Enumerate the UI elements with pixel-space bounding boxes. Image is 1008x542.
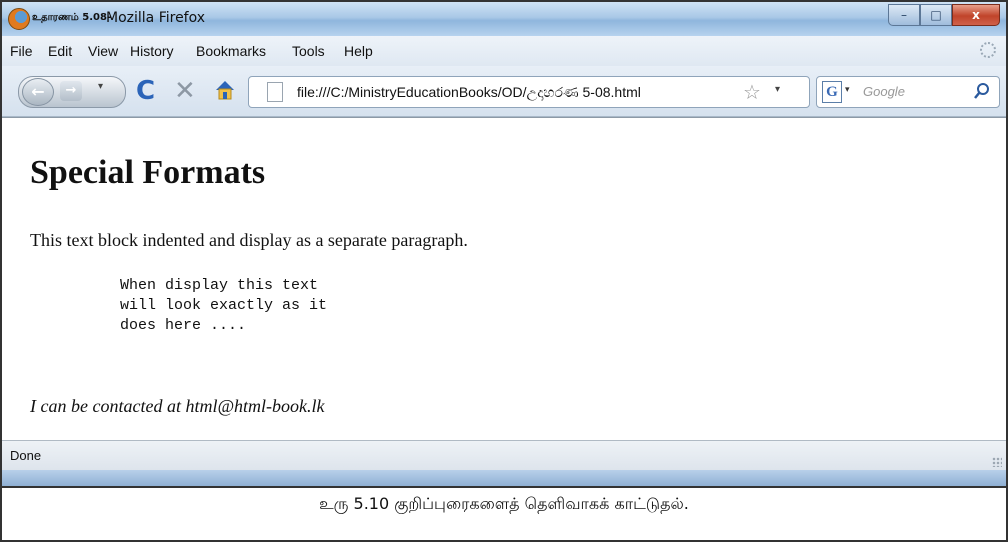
menu-file[interactable]: File [10,43,33,59]
forward-button[interactable]: → [60,81,82,101]
reload-button[interactable]: C [136,76,155,106]
url-text[interactable]: file:///C:/MinistryEducationBooks/OD/උදා… [297,84,641,101]
close-button[interactable]: x [952,4,1000,26]
address-bar[interactable]: file:///C:/MinistryEducationBooks/OD/උදා… [248,76,810,108]
menu-bookmarks[interactable]: Bookmarks [196,43,266,59]
bookmark-star-icon[interactable]: ☆ [743,80,761,104]
page-heading: Special Formats [30,154,266,191]
search-placeholder[interactable]: Google [863,84,905,99]
page-content: Special Formats This text block indented… [2,117,1006,441]
home-icon[interactable] [214,77,236,103]
menu-view[interactable]: View [88,43,118,59]
figure-frame: உதாரணம் 5.08- Mozilla Firefox – □ x File… [0,0,1008,542]
minimize-button[interactable]: – [888,4,920,26]
status-bar: Done [2,440,1006,471]
status-text: Done [10,448,42,463]
menu-bar: File Edit View History Bookmarks Tools H… [2,36,1006,66]
title-bar: உதாரணம் 5.08- Mozilla Firefox – □ x [2,2,1006,37]
search-icon[interactable] [973,82,991,100]
google-engine-icon[interactable]: G [822,81,842,103]
menu-help[interactable]: Help [344,43,373,59]
preformatted-block: When display this text will look exactly… [120,276,327,336]
maximize-button[interactable]: □ [920,4,952,26]
stop-button[interactable]: ✕ [174,76,196,106]
navigation-toolbar: ← → ▾ C ✕ file:///C:/MinistryEducationBo… [2,66,1006,117]
engine-dropdown-icon[interactable]: ▾ [845,85,850,95]
activity-throbber-icon [980,42,996,58]
menu-tools[interactable]: Tools [292,43,325,59]
browser-window: உதாரணம் 5.08- Mozilla Firefox – □ x File… [2,2,1006,488]
window-title: Mozilla Firefox [106,10,206,26]
window-title-prefix: உதாரணம் 5.08- [32,12,112,23]
figure-caption: உரு 5.10 குறிப்புரைகளைத் தெளிவாகக் காட்ட… [319,494,689,513]
menu-history[interactable]: History [130,43,174,59]
pre-line: When display this text [120,277,319,294]
pre-line: will look exactly as it [120,297,328,314]
window-controls: – □ x [888,4,1000,26]
firefox-icon [8,8,30,30]
contact-address: I can be contacted at html@html-book.lk [30,396,325,416]
url-dropdown-icon[interactable]: ▾ [775,84,780,95]
window-bottom-frame [2,470,1006,486]
resize-grip-icon[interactable] [992,457,1002,467]
menu-edit[interactable]: Edit [48,43,72,59]
back-button[interactable]: ← [22,78,54,106]
history-dropdown-icon[interactable]: ▾ [98,81,103,92]
pre-line: does here .... [120,317,247,334]
indented-paragraph: This text block indented and display as … [30,230,468,250]
search-bar[interactable]: G ▾ Google [816,76,1000,108]
page-icon [267,82,283,102]
